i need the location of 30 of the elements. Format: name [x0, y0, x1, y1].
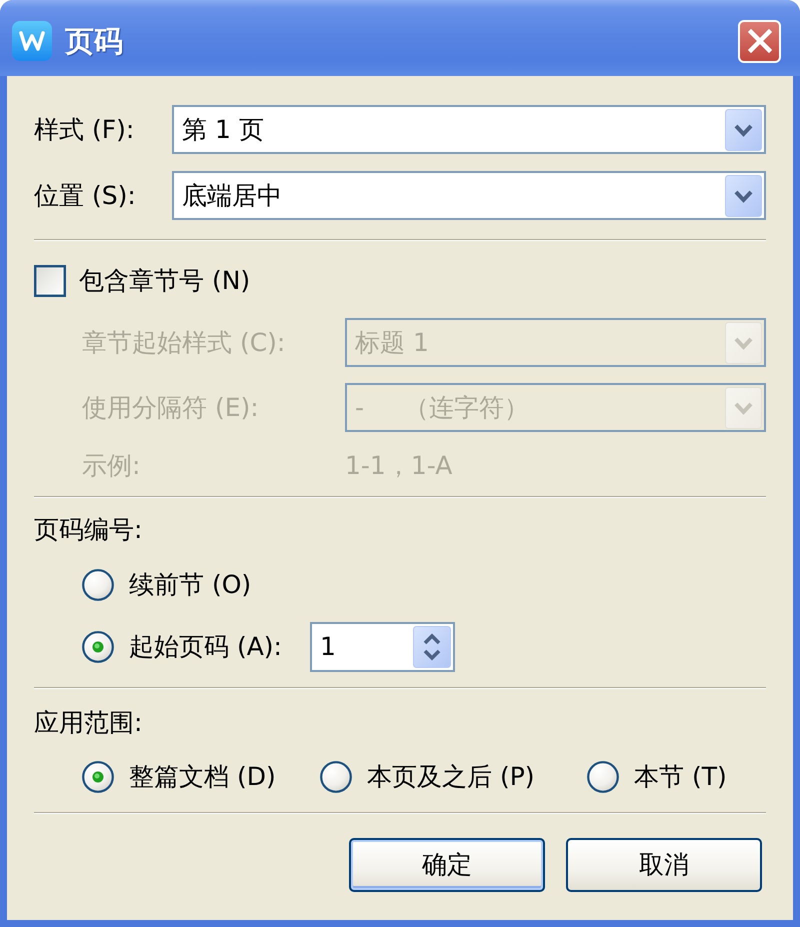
field-label: 样式 (F):	[34, 114, 136, 144]
position-dropdown[interactable]: 底端居中	[172, 171, 766, 220]
radio-button[interactable]	[320, 761, 352, 793]
field-label: 章节起始样式 (C):	[82, 328, 286, 358]
app-logo-icon	[12, 21, 52, 61]
example-label: 示例:	[82, 451, 142, 481]
radio-label[interactable]: 整篇文档 (D)	[129, 762, 276, 792]
window-title: 页码	[65, 24, 123, 58]
number-spin-field[interactable]: 1	[310, 622, 455, 672]
close-icon	[748, 29, 772, 53]
field-label: 使用分隔符 (E):	[82, 392, 260, 422]
section-heading: 应用范围:	[34, 707, 144, 739]
radio-label[interactable]: 本节 (T)	[634, 762, 727, 792]
style-dropdown[interactable]: 第 1 页	[172, 105, 766, 154]
checkbox[interactable]	[34, 265, 66, 297]
radio-button[interactable]	[587, 761, 619, 793]
radio-button[interactable]	[82, 569, 114, 601]
spinner-arrows-icon[interactable]	[412, 626, 451, 668]
cancel-button[interactable]: 取消	[566, 838, 762, 892]
field-label: 位置 (S):	[34, 180, 137, 210]
radio-button[interactable]	[82, 631, 114, 663]
radio-button[interactable]	[82, 761, 114, 793]
example-value: 1-1，1-A	[345, 451, 452, 481]
radio-label[interactable]: 起始页码 (A):	[129, 632, 282, 662]
checkbox-label[interactable]: 包含章节号 (N)	[79, 266, 250, 296]
section-heading: 页码编号:	[34, 514, 144, 546]
close-button[interactable]	[738, 20, 781, 62]
radio-label[interactable]: 续前节 (O)	[129, 570, 252, 600]
ok-button[interactable]: 确定	[349, 838, 545, 892]
radio-label[interactable]: 本页及之后 (P)	[367, 762, 535, 792]
